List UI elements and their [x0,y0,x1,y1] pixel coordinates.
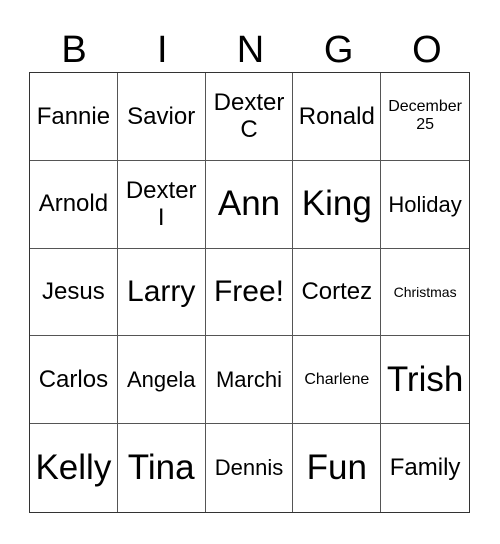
cell-label: Fannie [36,102,111,130]
bingo-cell[interactable]: Kelly [30,424,118,512]
bingo-cell[interactable]: Charlene [293,336,382,425]
cell-label: Ann [217,184,281,224]
cell-label: Dexter C [213,88,285,144]
cell-label: Dexter I [125,176,197,232]
bingo-card-grid: Fannie Savior Dexter C Ronald December 25 Arn… [29,72,470,513]
bingo-cell[interactable]: Ronald [293,73,382,161]
bingo-cell[interactable]: Carlos [30,336,118,425]
bingo-cell[interactable]: Dexter I [117,160,206,249]
cell-label: Charlene [304,370,370,388]
cell-label: Fun [306,447,367,487]
bingo-header: B I N G O [30,28,471,72]
cell-label: Family [389,454,461,482]
bingo-cell[interactable]: Angela [117,336,206,425]
header-letter-n: N [236,29,265,71]
cell-label: Tina [127,447,195,487]
cell-label: Cortez [301,278,373,306]
cell-label: Jesus [42,278,105,306]
bingo-cell[interactable]: Holiday [381,161,469,249]
cell-label: Free! [213,274,284,308]
bingo-cell[interactable]: Jesus [30,248,118,337]
bingo-cell[interactable]: Savior [117,73,206,161]
bingo-cell[interactable]: Ann [205,160,294,249]
bingo-cell[interactable]: Dennis [206,424,294,512]
bingo-cell[interactable]: Trish [381,336,469,425]
bingo-cell[interactable]: Fun [293,424,382,512]
cell-label: Carlos [38,365,109,393]
bingo-cell[interactable]: Family [381,424,469,512]
cell-label: Trish [386,359,464,399]
header-letter-g: G [323,29,354,71]
cell-label: Savior [127,102,196,130]
cell-label: King [301,184,372,224]
bingo-cell[interactable]: Tina [118,424,206,512]
header-letter-i: I [157,29,168,71]
cell-label: Christmas [393,283,457,300]
bingo-cell-free[interactable]: Free! [205,248,294,337]
cell-label: Kelly [35,447,112,487]
cell-label: Larry [127,274,196,308]
bingo-cell[interactable]: Larry [117,248,206,337]
cell-label: Arnold [38,190,109,218]
bingo-cell[interactable]: Dexter C [205,73,294,161]
bingo-cell[interactable]: Cortez [293,248,382,337]
cell-label: Dennis [214,455,284,481]
cell-label: Angela [126,367,196,393]
bingo-cell[interactable]: Fannie [30,73,118,161]
bingo-cell[interactable]: Christmas [381,249,469,337]
cell-label: Holiday [388,191,462,217]
bingo-cell[interactable]: Marchi [205,336,294,425]
cell-label: December 25 [388,98,462,134]
header-letter-b: B [61,29,87,71]
header-letter-o: O [412,29,442,71]
bingo-cell[interactable]: King [293,160,382,249]
cell-label: Ronald [298,102,375,130]
bingo-cell[interactable]: December 25 [381,73,469,161]
bingo-cell[interactable]: Arnold [30,160,118,249]
cell-label: Marchi [215,367,282,393]
